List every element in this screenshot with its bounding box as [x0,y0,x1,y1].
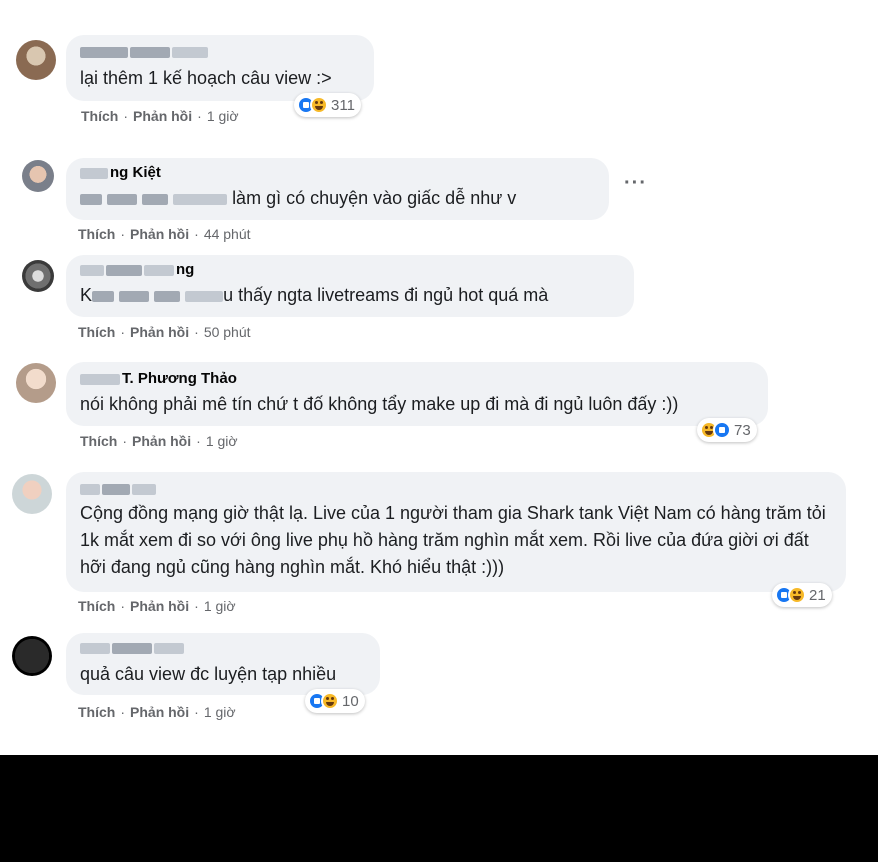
reply-button[interactable]: Phản hồi [132,433,191,449]
comment-bubble: lại thêm 1 kế hoạch câu view :> [66,35,374,101]
comment-author[interactable]: ng Kiệt [80,164,595,182]
comment-actions: Thích · Phản hồi · 1 giờ [78,704,236,720]
comment-author[interactable]: T. Phương Thảo [80,370,754,388]
comment-author[interactable] [80,480,832,498]
reaction-summary[interactable]: 10 [305,689,365,713]
reaction-summary[interactable]: 73 [697,418,757,442]
comment-actions: Thích · Phản hồi · 44 phút [78,226,251,242]
comment-actions: Thích · Phản hồi · 1 giờ [80,433,238,449]
comment-text: quả câu view đc luyện tạp nhiều [80,664,337,684]
comment-timestamp[interactable]: 50 phút [204,324,251,340]
comment-timestamp[interactable]: 44 phút [204,226,251,242]
comment-text: nói không phải mê tín chứ t đố không tẩy… [80,394,679,414]
comment-timestamp[interactable]: 1 giờ [206,433,238,449]
reply-button[interactable]: Phản hồi [130,324,189,340]
comment-bubble: ng K u thấy ngta livetreams đi ngủ hot q… [66,255,634,317]
like-button[interactable]: Thích [78,704,115,720]
comment-timestamp[interactable]: 1 giờ [207,108,239,124]
avatar[interactable] [12,636,52,676]
comments-panel: lại thêm 1 kế hoạch câu view :> 311 Thíc… [0,0,878,755]
more-options-icon[interactable]: ··· [624,172,647,195]
avatar[interactable] [12,474,52,514]
comment-text: lại thêm 1 kế hoạch câu view :> [80,68,332,88]
reaction-count: 21 [809,586,826,604]
comment-bubble: quả câu view đc luyện tạp nhiều [66,633,380,695]
reply-button[interactable]: Phản hồi [130,226,189,242]
comment-author[interactable] [80,43,360,61]
comment-bubble: ng Kiệt làm gì có chuyện vào giấc dễ như… [66,158,609,220]
like-button[interactable]: Thích [78,324,115,340]
comment-actions: Thích · Phản hồi · 1 giờ [81,108,239,124]
comment-actions: Thích · Phản hồi · 50 phút [78,324,251,340]
like-reaction-icon [713,421,731,439]
comment-bubble: T. Phương Thảo nói không phải mê tín chứ… [66,362,768,426]
avatar[interactable] [16,40,56,80]
reaction-summary[interactable]: 21 [772,583,832,607]
like-button[interactable]: Thích [78,226,115,242]
reply-button[interactable]: Phản hồi [133,108,192,124]
comment-actions: Thích · Phản hồi · 1 giờ [78,598,236,614]
comment-author[interactable] [80,639,366,657]
comment-text: làm gì có chuyện vào giấc dễ như v [80,185,595,212]
comment-timestamp[interactable]: 1 giờ [204,598,236,614]
avatar[interactable] [16,363,56,403]
haha-reaction-icon [321,692,339,710]
reaction-summary[interactable]: 311 [294,93,361,117]
comment-text: K u thấy ngta livetreams đi ngủ hot quá … [80,285,549,305]
avatar[interactable] [22,160,54,192]
comment-timestamp[interactable]: 1 giờ [204,704,236,720]
reply-button[interactable]: Phản hồi [130,598,189,614]
comment-bubble: Cộng đồng mạng giờ thật lạ. Live của 1 n… [66,472,846,592]
avatar[interactable] [22,260,54,292]
reaction-count: 73 [734,421,751,439]
reaction-count: 311 [331,96,355,114]
comment-text: Cộng đồng mạng giờ thật lạ. Live của 1 n… [80,503,826,577]
like-button[interactable]: Thích [78,598,115,614]
like-button[interactable]: Thích [81,108,118,124]
haha-reaction-icon [788,586,806,604]
letterbox-band [0,755,878,862]
comment-author[interactable]: ng [80,261,620,279]
reply-button[interactable]: Phản hồi [130,704,189,720]
reaction-count: 10 [342,692,359,710]
haha-reaction-icon [310,96,328,114]
like-button[interactable]: Thích [80,433,117,449]
